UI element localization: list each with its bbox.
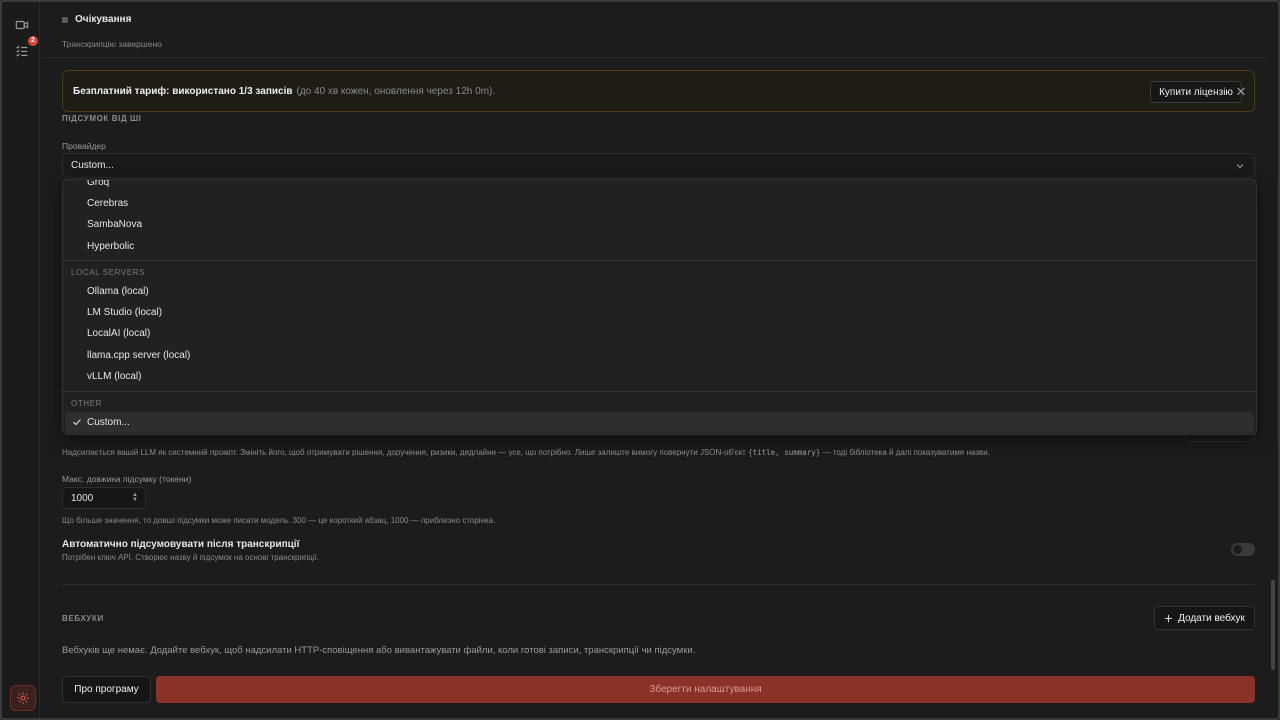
dropdown-option[interactable]: Cerebras xyxy=(87,198,128,209)
summary-section-label: ПІДСУМОК ВІД ШІ xyxy=(62,114,142,123)
provider-dropdown: Groq Cerebras SambaNova Hyperbolic LOCAL… xyxy=(62,179,1257,435)
auto-summarize-title: Автоматично підсумовувати після транскри… xyxy=(62,539,300,550)
prompt-help-text: Надсилається вашій LLM як системний пром… xyxy=(62,448,990,457)
left-rail: 2 xyxy=(2,2,40,718)
check-icon xyxy=(73,419,81,426)
dropdown-separator xyxy=(63,260,1256,261)
free-plan-banner: Безплатний тариф: використано 1/3 записі… xyxy=(62,70,1255,112)
dropdown-selected-highlight xyxy=(65,412,1254,433)
dropdown-option[interactable]: SambaNova xyxy=(87,219,142,230)
dropdown-option[interactable]: Groq xyxy=(87,180,109,188)
scrollbar-thumb[interactable] xyxy=(1271,580,1275,670)
notification-badge: 2 xyxy=(28,36,38,46)
auto-summarize-toggle[interactable] xyxy=(1231,543,1255,556)
dropdown-option[interactable]: Ollama (local) xyxy=(87,286,149,297)
dropdown-option[interactable]: LocalAI (local) xyxy=(87,328,150,339)
settings-button[interactable] xyxy=(10,685,36,711)
status-title: Очікування xyxy=(75,14,132,25)
settings-panel: Очікування Транскрипцію завершено Безпла… xyxy=(41,2,1268,718)
divider xyxy=(62,584,1255,585)
dropdown-option-selected[interactable]: Custom... xyxy=(87,417,130,428)
banner-soft-text: (до 40 хв кожен, оновлення через 12h 0m)… xyxy=(296,85,496,97)
prompt-help-code: {title, summary} xyxy=(748,448,821,457)
dropdown-group-label: OTHER xyxy=(71,399,102,408)
provider-label: Провайдер xyxy=(62,141,106,151)
divider xyxy=(41,57,1268,58)
dropdown-option[interactable]: llama.cpp server (local) xyxy=(87,350,190,361)
status-subtitle: Транскрипцію завершено xyxy=(62,39,162,49)
close-icon[interactable]: ✕ xyxy=(1231,71,1251,113)
save-settings-button[interactable]: Зберегти налаштування xyxy=(156,676,1255,703)
toggle-knob xyxy=(1233,545,1242,554)
max-length-value: 1000 xyxy=(71,492,94,504)
webhooks-section-label: ВЕБХУКИ xyxy=(62,614,104,623)
dropdown-option[interactable]: LM Studio (local) xyxy=(87,307,162,318)
chevron-down-icon xyxy=(1236,164,1244,169)
prompt-help-before: Надсилається вашій LLM як системний пром… xyxy=(62,448,746,457)
plus-icon xyxy=(1165,614,1173,622)
max-length-input[interactable]: 1000 ▲ ▼ xyxy=(62,487,146,509)
dropdown-option[interactable]: vLLM (local) xyxy=(87,371,141,382)
prompt-help-after: — тоді бібліотека й далі показуватиме на… xyxy=(822,448,990,457)
video-camera-icon[interactable] xyxy=(14,17,30,33)
webhooks-empty-text: Вебхуків ще немає. Додайте вебхук, щоб н… xyxy=(62,645,696,656)
max-length-label: Макс. довжина підсумку (токени) xyxy=(62,474,192,484)
dropdown-option[interactable]: Hyperbolic xyxy=(87,241,134,252)
add-webhook-label: Додати вебхук xyxy=(1178,612,1245,624)
number-stepper-icon[interactable]: ▲ ▼ xyxy=(131,492,139,504)
dropdown-group-label: LOCAL SERVERS xyxy=(71,268,146,277)
add-webhook-button[interactable]: Додати вебхук xyxy=(1154,606,1255,630)
about-button[interactable]: Про програму xyxy=(62,676,151,703)
buy-license-button[interactable]: Купити ліцензію xyxy=(1150,81,1242,103)
provider-select-value: Custom... xyxy=(71,160,114,171)
status-dot-icon xyxy=(62,16,68,23)
dropdown-separator xyxy=(63,391,1256,392)
provider-select[interactable]: Custom... xyxy=(62,153,1255,178)
auto-summarize-help: Потрібен ключ API. Створює назву й підсу… xyxy=(62,553,320,562)
banner-strong-text: Безплатний тариф: використано 1/3 записі… xyxy=(73,85,293,97)
max-length-help: Що більше значення, то довші підсумки мо… xyxy=(62,516,496,525)
task-list-icon[interactable] xyxy=(14,43,30,59)
gear-icon xyxy=(17,692,29,704)
status-row: Очікування xyxy=(62,14,131,25)
